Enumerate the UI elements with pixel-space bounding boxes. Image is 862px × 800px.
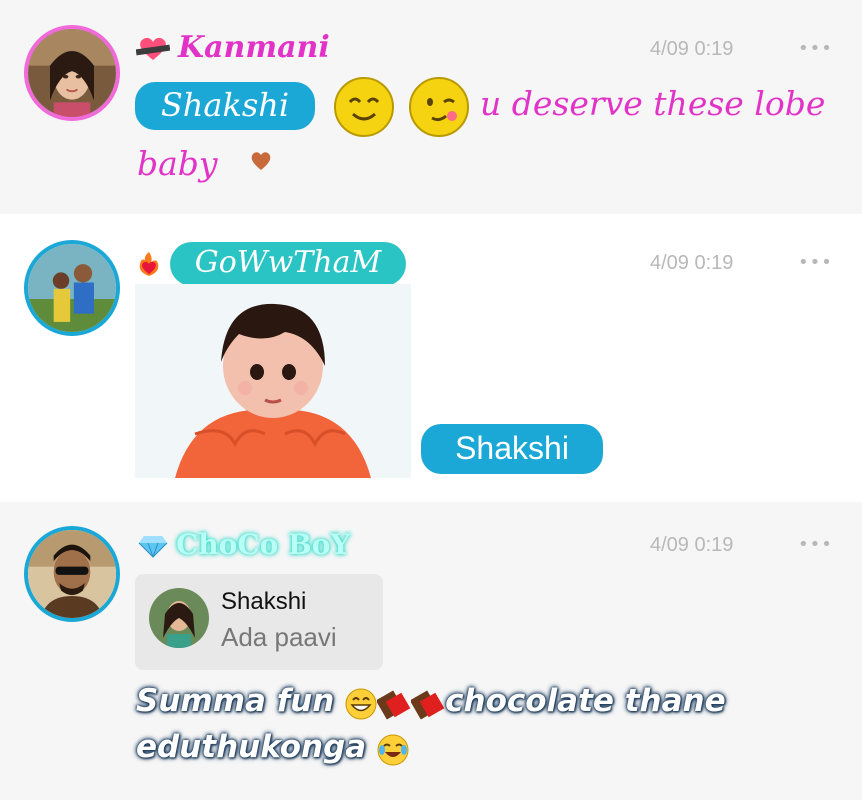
chocolate-bar-icon	[375, 687, 411, 720]
message-text: baby	[137, 144, 218, 183]
reply-text: Ada paavi	[221, 622, 337, 652]
avatar	[149, 588, 209, 648]
fire-heart-icon	[136, 250, 162, 278]
heart-badge-icon	[135, 36, 171, 62]
reply-username: Shakshi	[221, 588, 307, 615]
message-gowwtham: GoWwThaM 4/09 0:19 ••• Shakshi	[0, 214, 862, 502]
more-options-icon[interactable]: •••	[798, 534, 833, 555]
more-options-icon[interactable]: •••	[798, 38, 833, 59]
reply-quote[interactable]: Shakshi Ada paavi	[135, 574, 383, 670]
baby-photo[interactable]	[135, 284, 411, 478]
grinning-face-icon	[345, 687, 377, 719]
message-text-segment: Summa fun	[136, 683, 335, 719]
username[interactable]: Kanmani	[178, 30, 330, 65]
message-kanmani: Kanmani 4/09 0:19 ••• Shakshi u deserve …	[0, 0, 862, 214]
timestamp: 4/09 0:19	[650, 38, 734, 60]
mention-tag[interactable]: Shakshi	[421, 424, 603, 474]
timestamp: 4/09 0:19	[650, 252, 734, 274]
username[interactable]: GoWwThaM	[170, 242, 406, 284]
chocolate-bar-icon	[409, 687, 445, 720]
small-heart-icon	[249, 150, 273, 172]
avatar[interactable]	[24, 240, 120, 336]
mention-tag[interactable]: Shakshi	[135, 82, 315, 130]
more-options-icon[interactable]: •••	[798, 252, 833, 273]
laughing-tears-icon	[377, 733, 409, 765]
avatar[interactable]	[24, 526, 120, 622]
avatar[interactable]	[24, 25, 120, 121]
timestamp: 4/09 0:19	[650, 534, 734, 556]
username[interactable]: ChoCo BoY	[176, 528, 350, 561]
message-text-segment: chocolate thane	[445, 683, 726, 719]
winking-face-icon	[408, 76, 470, 138]
message-text-segment: eduthukonga	[136, 729, 367, 765]
message-text: u deserve these lobe	[480, 84, 826, 123]
smiling-face-icon	[333, 76, 395, 138]
message-text: Summa fun chocolate thane eduthukonga	[136, 678, 836, 770]
message-choco-boy: ChoCo BoY 4/09 0:19 ••• Shakshi Ada paav…	[0, 502, 862, 800]
diamond-icon	[138, 534, 168, 558]
